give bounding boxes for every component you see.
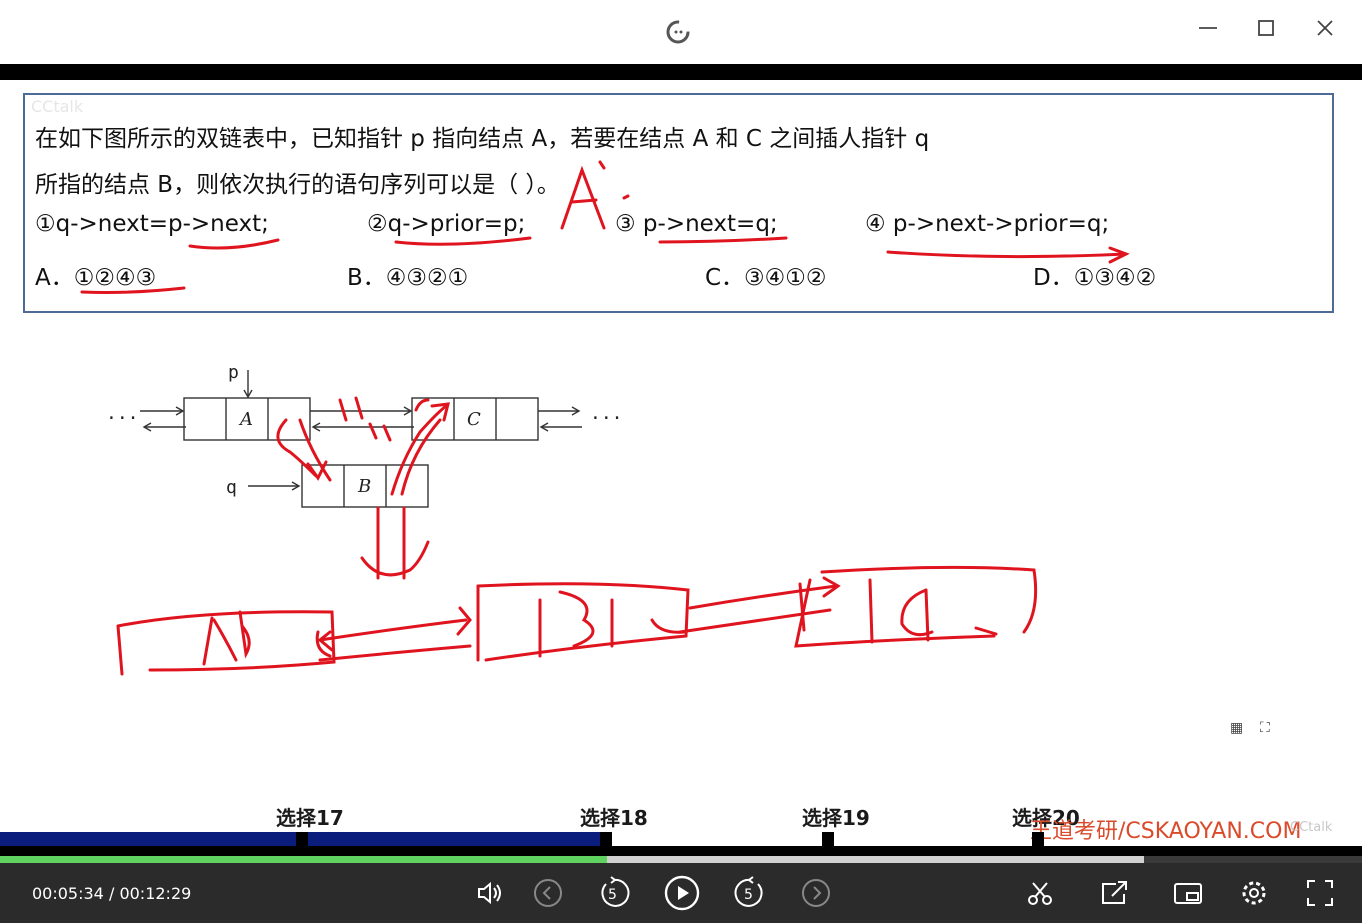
ellipsis-right: ··· [590,408,623,429]
player-controls: 00:05:34 / 00:12:29 5 5 [0,863,1362,923]
next-chapter-button[interactable] [798,875,834,911]
pointer-q-label: q [226,477,237,498]
settings-icon [1242,881,1266,905]
linked-list-diagram: A C B p q ··· ··· [80,160,1130,676]
window-titlebar [0,0,1362,64]
scissors-icon [1028,882,1052,905]
video-top-border [0,64,1362,80]
cctalk-watermark: CCtalk [1290,820,1333,835]
share-icon [1102,881,1127,904]
expand-icon: ⛶ [1260,720,1270,736]
logo-icon [664,18,692,46]
rewind-5-icon: 5 [601,876,630,907]
node-c-label: C [467,409,481,430]
fullscreen-button[interactable] [1302,875,1338,911]
forward-5-button[interactable]: 5 [732,875,768,911]
pip-button[interactable] [1170,875,1206,911]
chapter-marker-17[interactable]: 选择17 [276,802,344,831]
pip-icon [1174,883,1202,904]
forward-5-icon: 5 [734,876,763,907]
video-frame[interactable]: CCtalk 在如下图所示的双链表中，已知指针 p 指向结点 A，若要在结点 A… [0,80,1362,850]
fullscreen-icon [1307,880,1333,906]
chapter-marker-19[interactable]: 选择19 [802,802,870,831]
total-time: 00:12:29 [119,884,192,903]
prev-chapter-icon [534,879,562,907]
forward-seconds: 5 [744,887,753,903]
volume-button[interactable] [472,875,508,911]
node-b-label: B [357,476,371,497]
clip-button[interactable] [1022,875,1058,911]
settings-button[interactable] [1236,875,1272,911]
close-button[interactable] [1307,12,1343,44]
maximize-icon [1258,20,1274,36]
next-chapter-icon [802,879,830,907]
play-icon [664,875,700,911]
rewind-seconds: 5 [608,887,617,903]
volume-icon [478,881,501,905]
chapter-marker-18[interactable]: 选择18 [580,802,648,831]
pointer-p-label: p [228,362,239,383]
maximize-button[interactable] [1248,12,1284,44]
grid-icon: ▦ [1230,720,1244,736]
play-button[interactable] [664,875,700,911]
node-a-label: A [238,409,253,430]
rewind-5-button[interactable]: 5 [596,875,632,911]
player-bar: 00:05:34 / 00:12:29 5 5 [0,846,1362,923]
site-watermark: 王道考研/CSKAOYAN.COM [1030,819,1302,844]
progress-played[interactable] [0,856,608,863]
minimize-button[interactable] [1190,12,1226,44]
minimize-icon [1199,27,1217,29]
prev-chapter-button[interactable] [530,875,566,911]
current-time: 00:05:34 [32,884,104,903]
ellipsis-left: ··· [106,408,139,429]
time-display: 00:05:34 / 00:12:29 [32,884,191,903]
close-icon [1317,20,1333,36]
share-button[interactable] [1096,875,1132,911]
